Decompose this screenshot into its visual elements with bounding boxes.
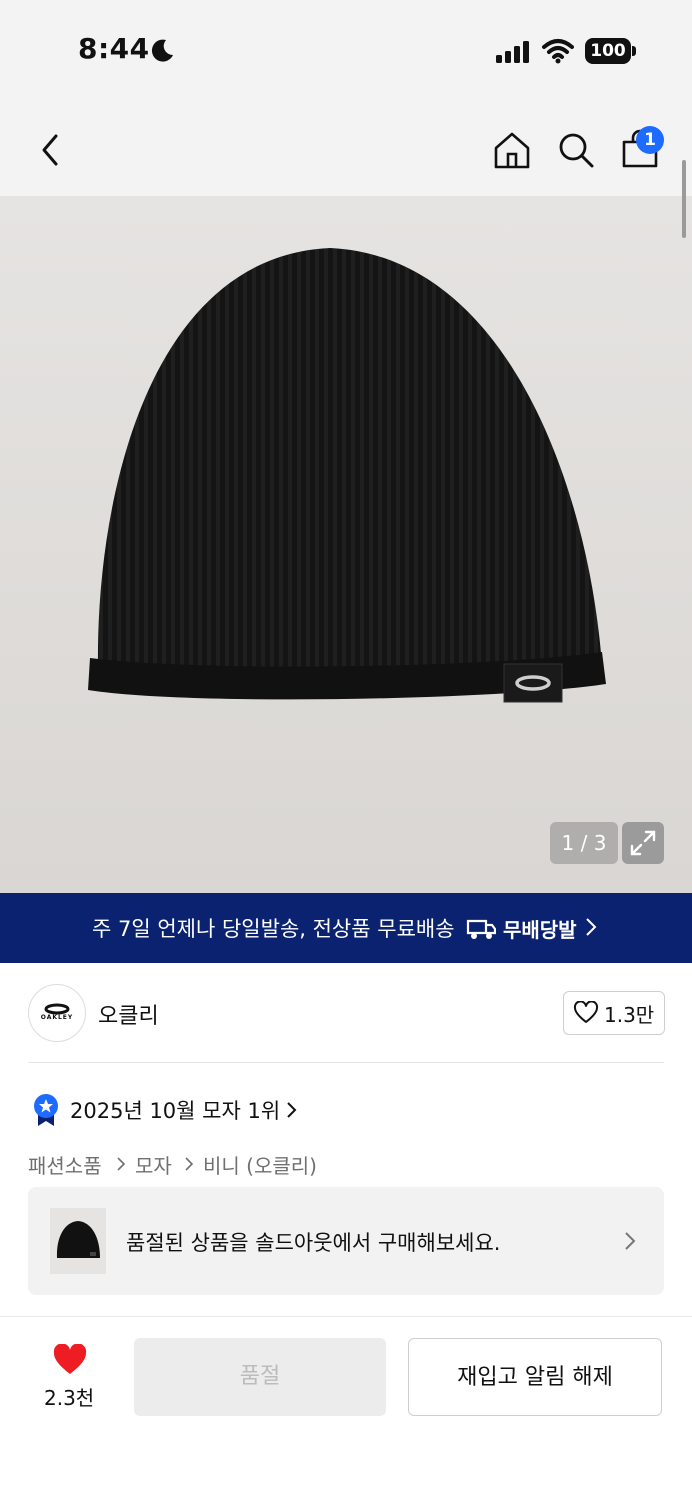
soldout-promo-text: 품절된 상품을 솔드아웃에서 구매해보세요. bbox=[126, 1231, 501, 1255]
battery-cap bbox=[632, 46, 636, 56]
status-time: 8:44 bbox=[78, 32, 150, 65]
chevron-right-icon bbox=[586, 918, 597, 936]
delivery-truck-icon bbox=[466, 919, 497, 939]
breadcrumb-item[interactable]: 패션소품 bbox=[28, 1150, 102, 1179]
cart-count-badge: 1 bbox=[636, 126, 664, 154]
brand-logo[interactable] bbox=[28, 984, 86, 1042]
cellular-signal-icon bbox=[496, 41, 529, 63]
home-icon[interactable] bbox=[492, 130, 532, 170]
chevron-right-icon bbox=[625, 1232, 636, 1250]
chevron-right-icon bbox=[287, 1102, 297, 1118]
breadcrumb-separator-icon bbox=[185, 1157, 194, 1171]
breadcrumb-separator-icon bbox=[117, 1157, 126, 1171]
product-thumbnail bbox=[50, 1208, 106, 1274]
delivery-brand-logo: 무배당발 bbox=[466, 914, 577, 942]
delivery-logo-text: 무배당발 bbox=[502, 918, 577, 942]
delivery-banner-text: 주 7일 언제나 당일발송, 전상품 무료배송 bbox=[92, 917, 455, 941]
oakley-logo bbox=[44, 1003, 70, 1015]
beanie-thumbnail-image bbox=[56, 1221, 100, 1258]
product-image-beanie bbox=[88, 248, 606, 703]
soldout-button[interactable]: 품절 bbox=[134, 1338, 386, 1416]
image-counter: 1 / 3 bbox=[550, 822, 618, 864]
heart-outline-icon bbox=[573, 1001, 599, 1023]
heart-filled-icon[interactable] bbox=[52, 1344, 88, 1376]
wifi-icon bbox=[542, 39, 574, 64]
back-arrow-icon[interactable] bbox=[36, 132, 66, 168]
product-like-count: 2.3천 bbox=[44, 1386, 95, 1410]
battery-indicator: 100 bbox=[585, 38, 631, 64]
ranking-medal-icon bbox=[34, 1094, 58, 1126]
moon-icon bbox=[151, 39, 173, 62]
restock-alert-cancel-button[interactable]: 재입고 알림 해제 bbox=[408, 1338, 662, 1416]
brand-like-count: 1.3만 bbox=[604, 1003, 655, 1027]
product-image-gallery[interactable] bbox=[0, 196, 692, 893]
breadcrumb-item[interactable]: 비니 (오클리) bbox=[203, 1150, 317, 1179]
page-scrollbar[interactable] bbox=[682, 160, 686, 238]
brand-name[interactable]: 오클리 bbox=[98, 998, 159, 1030]
ranking-text[interactable]: 2025년 10월 모자 1위 bbox=[70, 1095, 280, 1125]
brand-logo-text: OAKLEY bbox=[40, 1014, 74, 1021]
divider bbox=[28, 1062, 664, 1063]
expand-icon[interactable] bbox=[622, 822, 664, 864]
divider bbox=[0, 1316, 692, 1317]
breadcrumb-item[interactable]: 모자 bbox=[135, 1150, 172, 1179]
search-icon[interactable] bbox=[556, 130, 596, 170]
